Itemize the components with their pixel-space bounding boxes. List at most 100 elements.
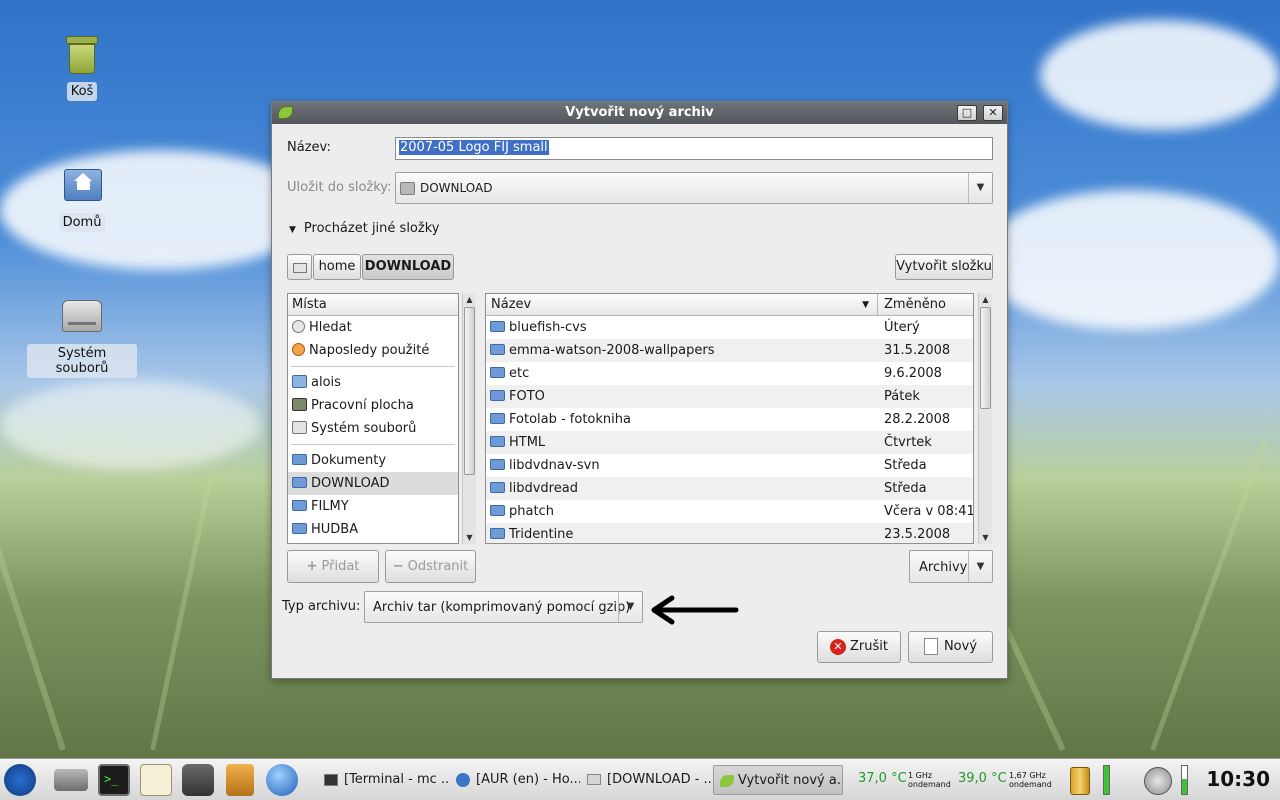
cpu2-temperature: 39,0 °C (958, 771, 1007, 786)
new-label: Nový (943, 639, 978, 654)
cancel-button[interactable]: ✕ Zrušit (817, 631, 901, 663)
file-row[interactable]: FOTO Pátek (486, 385, 973, 408)
save-to-combo[interactable]: DOWNLOAD ▼ (395, 172, 993, 204)
file-row[interactable]: Fotolab - fotokniha 28.2.2008 (486, 408, 973, 431)
scroll-up-icon[interactable]: ▲ (463, 293, 476, 306)
places-item-filesystem[interactable]: Systém souborů (288, 417, 458, 440)
files-scroll-thumb[interactable] (980, 307, 991, 409)
text-editor-icon[interactable] (140, 764, 172, 796)
files-list: bluefish-cvs Úterý emma-watson-2008-wallp… (486, 316, 973, 543)
close-button[interactable]: ✕ (983, 105, 1003, 121)
path-button-label: DOWNLOAD (364, 259, 452, 274)
volume-icon[interactable] (1144, 767, 1172, 795)
cancel-label: Zrušit (850, 639, 888, 654)
show-desktop-icon[interactable] (54, 769, 88, 791)
browser-icon (456, 772, 470, 787)
places-item-search[interactable]: Hledat (288, 316, 458, 339)
file-row[interactable]: bluefish-cvs Úterý (486, 316, 973, 339)
places-pane: Místa Hledat Naposledy použité alois Pra… (287, 293, 459, 544)
remove-bookmark-button[interactable]: − Odstranit (385, 550, 476, 583)
cpu1-governor: ondemand (908, 780, 951, 789)
filter-combo[interactable]: Archivy ▼ (909, 550, 993, 583)
file-modified: 23.5.2008 (884, 527, 951, 542)
home-folder-icon (292, 375, 307, 388)
places-separator (291, 366, 455, 367)
scroll-up-icon[interactable]: ▲ (979, 293, 992, 306)
create-folder-label: Vytvořit složku (896, 259, 992, 274)
file-row[interactable]: libdvdnav-svn Středa (486, 454, 973, 477)
taskbar-task-browser[interactable]: [AUR (en) - Ho... (450, 765, 580, 795)
taskbar-task-create-archive[interactable]: Vytvořit nový a... (713, 765, 843, 795)
places-header[interactable]: Místa (288, 294, 458, 316)
folder-icon (490, 459, 505, 470)
places-item-documents[interactable]: Dokumenty (288, 449, 458, 472)
cpu2-governor: ondemand (1009, 780, 1052, 789)
browser-icon[interactable] (266, 764, 298, 796)
column-name-header[interactable]: Název ▼ (486, 294, 878, 316)
file-name: etc (509, 366, 530, 381)
taskbar-task-download[interactable]: [DOWNLOAD - ... (581, 765, 711, 795)
search-icon (292, 320, 305, 333)
places-item-label: Dokumenty (311, 453, 387, 468)
folder-icon (490, 505, 505, 516)
taskbar-task-terminal[interactable]: [Terminal - mc ... (318, 765, 450, 795)
task-label: Vytvořit nový a... (738, 773, 843, 788)
desktop-icon-filesystem[interactable]: Systém souborů (27, 294, 137, 378)
taskbar: >_ [Terminal - mc ... [AUR (en) - Ho... … (0, 758, 1280, 800)
places-scrollbar[interactable]: ▲ ▼ (462, 293, 476, 544)
browse-expander[interactable]: ▼ Procházet jiné složky (289, 221, 439, 236)
file-name: bluefish-cvs (509, 320, 587, 335)
clock[interactable]: 10:30 (1206, 767, 1270, 791)
path-button-home[interactable]: home (313, 254, 361, 280)
create-folder-button[interactable]: Vytvořit složku (895, 254, 993, 280)
path-button-label: home (318, 259, 356, 274)
file-row[interactable]: libdvdread Středa (486, 477, 973, 500)
dialog-titlebar[interactable]: Vytvořit nový archiv □ ✕ (272, 102, 1007, 124)
add-bookmark-button[interactable]: + Přidat (287, 550, 379, 583)
places-item-label: Naposledy použité (309, 343, 430, 358)
save-to-label: Uložit do složky: (287, 180, 392, 195)
desktop-icon-trash[interactable]: Koš (27, 32, 137, 101)
file-row[interactable]: emma-watson-2008-wallpapers 31.5.2008 (486, 339, 973, 362)
scroll-down-icon[interactable]: ▼ (463, 531, 476, 544)
desktop-icon-home[interactable]: Domů (27, 163, 137, 232)
maximize-button[interactable]: □ (957, 105, 977, 121)
places-item-desktop[interactable]: Pracovní plocha (288, 394, 458, 417)
archive-name-value: 2007-05 Logo FIJ small (399, 140, 549, 155)
places-item-download[interactable]: DOWNLOAD (288, 472, 458, 495)
archive-name-input[interactable]: 2007-05 Logo FIJ small (395, 137, 993, 160)
file-row[interactable]: phatch Včera v 08:41 (486, 500, 973, 523)
xfce-menu-icon[interactable] (4, 764, 36, 796)
new-button[interactable]: Nový (908, 631, 993, 663)
column-modified-header[interactable]: Změněno (879, 294, 973, 316)
places-item-recent[interactable]: Naposledy použité (288, 339, 458, 362)
cancel-icon: ✕ (830, 638, 846, 655)
archive-type-combo[interactable]: Archiv tar (komprimovaný pomocí gzip) ▼ (364, 591, 643, 623)
terminal-icon[interactable]: >_ (98, 764, 130, 796)
scroll-down-icon[interactable]: ▼ (979, 531, 992, 544)
task-label: [Terminal - mc ... (344, 772, 450, 787)
file-row[interactable]: Tridentine 23.5.2008 (486, 523, 973, 543)
places-scroll-thumb[interactable] (464, 307, 475, 475)
battery-icon[interactable] (1070, 767, 1090, 795)
places-item-home[interactable]: alois (288, 371, 458, 394)
places-item-hudba[interactable]: HUDBA (288, 518, 458, 541)
remove-label: Odstranit (407, 559, 469, 574)
camera-icon[interactable] (182, 764, 214, 796)
path-root-button[interactable] (287, 254, 312, 280)
file-row[interactable]: etc 9.6.2008 (486, 362, 973, 385)
terminal-icon (324, 773, 338, 786)
task-label: [AUR (en) - Ho... (476, 772, 580, 787)
files-scrollbar[interactable]: ▲ ▼ (978, 293, 992, 544)
path-button-download[interactable]: DOWNLOAD (362, 254, 454, 280)
file-row[interactable]: HTML Čtvrtek (486, 431, 973, 454)
file-manager-icon[interactable] (226, 764, 254, 796)
column-name-label: Název (491, 297, 532, 312)
places-item-filmy[interactable]: FILMY (288, 495, 458, 518)
places-item-label: Pracovní plocha (311, 398, 414, 413)
sort-desc-icon: ▼ (862, 300, 869, 310)
folder-icon (490, 367, 505, 378)
file-modified: Pátek (884, 389, 920, 404)
expander-triangle-icon: ▼ (289, 225, 296, 235)
battery-level-bar (1103, 765, 1110, 795)
